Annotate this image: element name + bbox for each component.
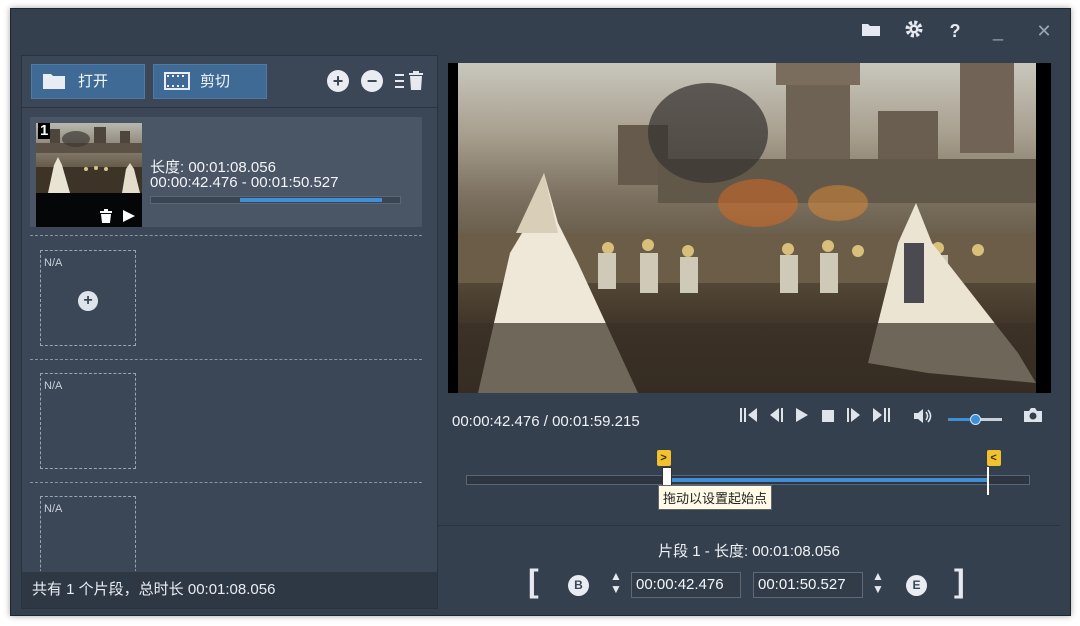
next-frame-end-icon[interactable]: [870, 407, 892, 431]
volume-knob[interactable]: [970, 414, 981, 425]
gear-icon[interactable]: [902, 19, 926, 43]
stop-icon[interactable]: [818, 407, 838, 431]
end-marker-flag[interactable]: <: [986, 450, 1001, 466]
video-preview[interactable]: [448, 63, 1051, 393]
clip-thumbnail-image: [36, 123, 142, 193]
close-icon[interactable]: ✕: [1032, 19, 1056, 43]
timeline-selection: [667, 478, 989, 482]
end-badge-button[interactable]: E: [906, 575, 927, 596]
clip-range-fill: [239, 198, 383, 202]
clip-divider: [30, 359, 422, 360]
step-back-icon[interactable]: [766, 407, 786, 431]
start-marker-flag[interactable]: >: [656, 450, 671, 466]
set-end-bracket-button[interactable]: ]: [954, 565, 965, 597]
help-icon[interactable]: ?: [943, 19, 967, 43]
clip-index: 1: [38, 123, 51, 139]
begin-badge-button[interactable]: B: [568, 575, 589, 596]
player-panel: 00:00:42.476 / 00:01:59.215 > < 拖动以设置起始点…: [438, 55, 1060, 609]
play-clip-icon[interactable]: [122, 209, 136, 223]
clip-list: 1 长度: 00:01:08.056 00:00:42.476 - 00:01:…: [22, 109, 437, 571]
clip-range: 00:00:42.476 - 00:01:50.527: [150, 174, 339, 191]
end-time-input[interactable]: 00:01:50.527: [753, 572, 863, 598]
end-handle[interactable]: [986, 467, 989, 495]
empty-slot[interactable]: N/A: [40, 373, 136, 469]
minimize-icon[interactable]: _: [986, 19, 1010, 43]
drag-tooltip: 拖动以设置起始点: [658, 485, 773, 510]
volume-slider[interactable]: [948, 414, 1002, 425]
play-icon[interactable]: [792, 407, 812, 431]
empty-slot-label: N/A: [44, 380, 63, 392]
empty-slot[interactable]: N/A +: [40, 250, 136, 346]
app-window: ? _ ✕ 打开 剪切 + − 1 长度: 00:01:08.056 00:00…: [10, 8, 1071, 616]
empty-slot[interactable]: N/A: [40, 496, 136, 571]
previous-frame-start-icon[interactable]: [738, 407, 760, 431]
clip-toolbar: 打开 剪切 + −: [22, 56, 437, 108]
folder-icon[interactable]: [859, 19, 883, 43]
end-time-spinner[interactable]: ▲ ▼: [870, 570, 886, 598]
empty-slot-label: N/A: [44, 503, 63, 515]
segment-title: 片段 1 - 长度: 00:01:08.056: [658, 543, 840, 560]
empty-slot-label: N/A: [44, 257, 63, 269]
playback-time: 00:00:42.476 / 00:01:59.215: [452, 413, 640, 430]
clip-thumbnail[interactable]: 1: [36, 123, 142, 227]
folder-icon: [43, 74, 65, 89]
clip-divider: [30, 482, 422, 483]
clip-item-1[interactable]: 1 长度: 00:01:08.056 00:00:42.476 - 00:01:…: [30, 117, 422, 227]
add-slot-icon[interactable]: +: [78, 291, 98, 311]
step-forward-icon[interactable]: [844, 407, 864, 431]
add-clip-icon[interactable]: +: [327, 70, 349, 92]
clear-list-icon[interactable]: [394, 69, 428, 93]
cut-button[interactable]: 剪切: [153, 64, 267, 99]
film-icon: [164, 72, 190, 90]
cut-button-label: 剪切: [200, 73, 231, 90]
snapshot-camera-icon[interactable]: [1022, 407, 1044, 431]
start-time-spinner[interactable]: ▲ ▼: [608, 570, 624, 598]
timeline-track[interactable]: [466, 475, 1030, 485]
volume-icon[interactable]: [912, 407, 934, 431]
open-button[interactable]: 打开: [31, 64, 145, 99]
video-frame: [458, 63, 1036, 393]
clip-panel: 打开 剪切 + − 1 长度: 00:01:08.056 00:00:42.47…: [21, 55, 438, 609]
segment-editor: 片段 1 - 长度: 00:01:08.056 [ B ▲ ▼ 00:00:42.…: [438, 525, 1060, 609]
clip-divider: [30, 235, 422, 236]
open-button-label: 打开: [78, 73, 109, 90]
set-start-bracket-button[interactable]: [: [528, 565, 539, 597]
clip-range-bar: [150, 196, 401, 204]
delete-clip-icon[interactable]: [100, 209, 112, 223]
start-time-input[interactable]: 00:00:42.476: [631, 572, 741, 598]
title-bar: ? _ ✕: [11, 9, 1070, 55]
remove-clip-icon[interactable]: −: [361, 70, 383, 92]
status-summary: 共有 1 个片段，总时长 00:01:08.056: [22, 572, 437, 608]
